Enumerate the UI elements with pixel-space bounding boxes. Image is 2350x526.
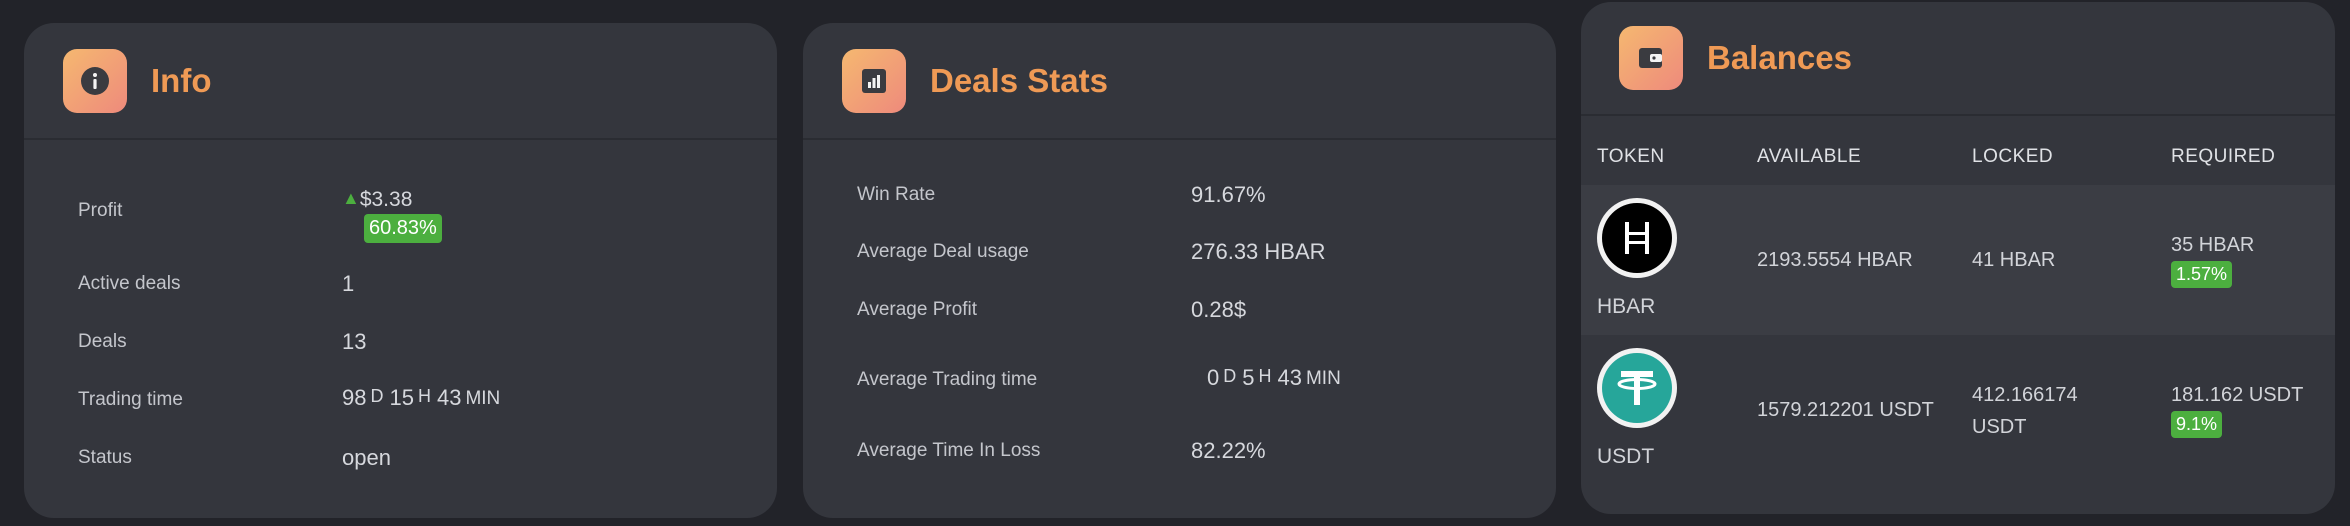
avg-usage-value: 276.33 HBAR [1191,239,1326,264]
usdt-coin-icon [1597,348,1677,428]
column-header-required: REQUIRED [2171,146,2276,167]
hbar-locked: 41 HBAR [1972,249,2056,271]
info-icon-badge [63,48,127,113]
win-rate-label: Win Rate [857,184,936,205]
trading-hours: 15 [389,385,414,410]
avg-trading-time-value: 0 D 5 H 43 MIN [1207,365,1347,391]
deals-value: 13 [342,329,367,354]
status-label: Status [78,447,132,468]
deals-stats-icon-badge [842,48,906,113]
table-row-hbar[interactable]: HBAR 2193.5554 HBAR 41 HBAR 35 HBAR 1.57… [1581,185,2335,335]
avg-usage-label: Average Deal usage [857,241,1029,262]
hbar-available: 2193.5554 HBAR [1757,249,1913,271]
usdt-token-name: USDT [1597,445,1655,468]
table-row-usdt[interactable]: USDT 1579.212201 USDT 412.166174 USDT 18… [1581,335,2335,485]
avg-time-loss-value: 82.22% [1191,438,1266,463]
active-deals-label: Active deals [78,273,181,294]
hbar-required-percent-badge: 1.57% [2171,261,2233,288]
triangle-up-icon: ▲ [342,188,360,208]
column-header-locked: LOCKED [1972,146,2054,167]
avg-profit-label: Average Profit [857,299,978,320]
balances-card: Balances TOKEN AVAILABLE LOCKED REQUIRED… [1581,2,2335,514]
avg-mins-unit: MIN [1305,368,1341,389]
balances-header: Balances [1581,2,2335,116]
deals-stats-card: Deals Stats Win Rate 91.67% Average Deal… [803,23,1556,518]
deals-stats-header: Deals Stats [803,23,1556,140]
hbar-required: 35 HBAR [2171,234,2255,256]
usdt-required-percent-badge: 9.1% [2171,411,2223,438]
hours-unit: H [417,386,431,406]
avg-trading-hours: 5 [1242,365,1255,390]
deals-label: Deals [78,331,127,352]
trading-mins: 43 [436,385,462,410]
status-value: open [342,445,391,470]
usdt-required: 181.162 USDT [2171,384,2304,406]
info-icon [81,66,109,95]
balances-title: Balances [1707,39,1852,76]
avg-trading-time-label: Average Trading time [857,369,1038,390]
info-card-header: Info [24,23,777,140]
trading-time-value: 98 D 15 H 43 MIN [342,385,506,411]
trading-days: 98 [342,385,367,410]
win-rate-value: 91.67% [1191,182,1266,207]
profit-value: ▲$3.38 [342,186,412,212]
column-header-available: AVAILABLE [1757,146,1862,167]
profit-percent-badge: 60.83% [364,214,442,243]
avg-hours-unit: H [1258,366,1272,386]
usdt-locked-line1: 412.166174 [1972,384,2078,406]
usdt-available: 1579.212201 USDT [1757,399,1934,421]
hbar-coin-icon [1597,198,1677,278]
avg-time-loss-label: Average Time In Loss [857,440,1041,461]
hbar-token-name: HBAR [1597,295,1656,318]
active-deals-value: 1 [342,271,355,296]
profit-label: Profit [78,200,123,221]
avg-days-unit: D [1223,366,1237,386]
balances-icon-badge [1619,26,1683,90]
bar-chart-icon [862,68,886,93]
column-header-token: TOKEN [1597,146,1665,167]
avg-trading-mins: 43 [1277,365,1302,390]
usdt-locked-line2: USDT [1972,416,2027,438]
trading-time-label: Trading time [78,389,183,410]
mins-unit: MIN [465,388,501,409]
avg-trading-days: 0 [1207,365,1220,390]
deals-stats-title: Deals Stats [930,61,1108,99]
profit-row: Profit ▲$3.38 60.83% [78,188,757,253]
days-unit: D [370,386,384,406]
wallet-icon [1639,48,1662,68]
avg-profit-value: 0.28$ [1191,297,1247,322]
profit-amount: $3.38 [359,188,413,211]
info-title: Info [151,61,212,99]
info-card: Info Profit ▲$3.38 60.83% Active deals 1… [24,23,777,518]
